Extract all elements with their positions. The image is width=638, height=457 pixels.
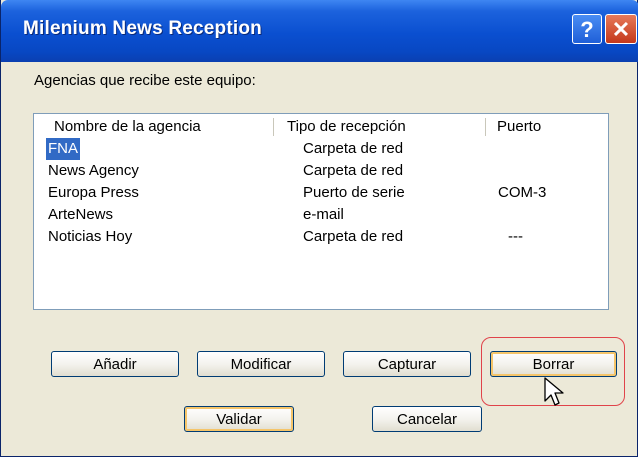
capture-button[interactable]: Capturar [343, 351, 471, 377]
reception-type: Carpeta de red [303, 228, 404, 245]
column-separator[interactable] [273, 118, 274, 136]
help-icon: ? [580, 17, 594, 42]
agency-name: ArteNews [48, 206, 114, 223]
list-item[interactable]: News Agency Carpeta de red [34, 160, 608, 182]
port-value: COM-3 [498, 184, 547, 201]
agency-name: Noticias Hoy [48, 228, 133, 245]
reception-type: Carpeta de red [303, 140, 404, 157]
help-button[interactable]: ? [572, 14, 602, 44]
dialog-body: Agencias que recibe este equipo: Nombre … [4, 62, 636, 454]
mouse-pointer-icon [544, 377, 564, 406]
agencies-list[interactable]: Nombre de la agencia Tipo de recepción P… [33, 113, 609, 310]
add-button[interactable]: Añadir [51, 351, 179, 377]
agency-name: News Agency [48, 162, 139, 179]
validate-button[interactable]: Validar [184, 406, 294, 432]
agency-name: FNA [46, 138, 80, 160]
window-title: Milenium News Reception [23, 18, 262, 39]
column-separator[interactable] [485, 118, 486, 136]
close-icon: ✕ [611, 17, 631, 42]
port-value: --- [508, 228, 523, 245]
list-item[interactable]: Europa Press Puerto de serie COM-3 [34, 182, 608, 204]
list-item[interactable]: FNA Carpeta de red [34, 138, 608, 160]
modify-button[interactable]: Modificar [197, 351, 325, 377]
column-header-port[interactable]: Puerto [497, 116, 541, 138]
column-header-name[interactable]: Nombre de la agencia [54, 116, 201, 138]
agencies-caption: Agencias que recibe este equipo: [34, 72, 256, 89]
reception-type: e-mail [303, 206, 344, 223]
cancel-button[interactable]: Cancelar [372, 406, 482, 432]
list-item[interactable]: Noticias Hoy Carpeta de red --- [34, 226, 608, 248]
reception-type: Carpeta de red [303, 162, 404, 179]
reception-type: Puerto de serie [303, 184, 405, 201]
title-bar[interactable]: Milenium News Reception ? ✕ [1, 0, 638, 62]
close-button[interactable]: ✕ [605, 14, 637, 44]
column-header-type[interactable]: Tipo de recepción [287, 116, 406, 138]
agency-name: Europa Press [48, 184, 139, 201]
dialog-window: Milenium News Reception ? ✕ Agencias que… [0, 0, 638, 457]
list-item[interactable]: ArteNews e-mail [34, 204, 608, 226]
